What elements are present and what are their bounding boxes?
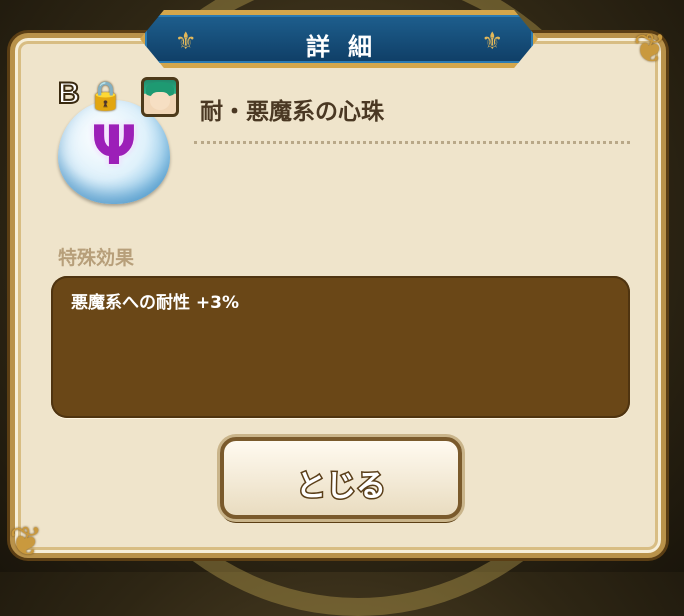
trident-icon: Ψ xyxy=(91,114,137,177)
effect-box: 悪魔系への耐性 +3% xyxy=(51,276,630,418)
corner-ornament-icon: ❦ xyxy=(633,26,667,72)
effect-text: 悪魔系への耐性 +3% xyxy=(71,293,240,313)
close-button[interactable]: とじる xyxy=(220,437,462,519)
divider xyxy=(194,141,630,144)
dialog-title: 詳細 xyxy=(306,33,390,61)
lock-icon[interactable]: 🔒 xyxy=(88,80,123,112)
rank-badge: B xyxy=(57,76,81,111)
item-name: 耐・悪魔系の心珠 xyxy=(200,99,384,125)
title-banner: ⚜ 詳細 ⚜ xyxy=(140,10,538,68)
fleur-de-lis-icon: ⚜ xyxy=(481,27,503,55)
character-portrait-icon xyxy=(141,77,179,117)
corner-ornament-icon: ❦ xyxy=(9,519,43,565)
close-button-label: とじる xyxy=(295,468,388,506)
special-effect-label: 特殊効果 xyxy=(58,247,135,269)
